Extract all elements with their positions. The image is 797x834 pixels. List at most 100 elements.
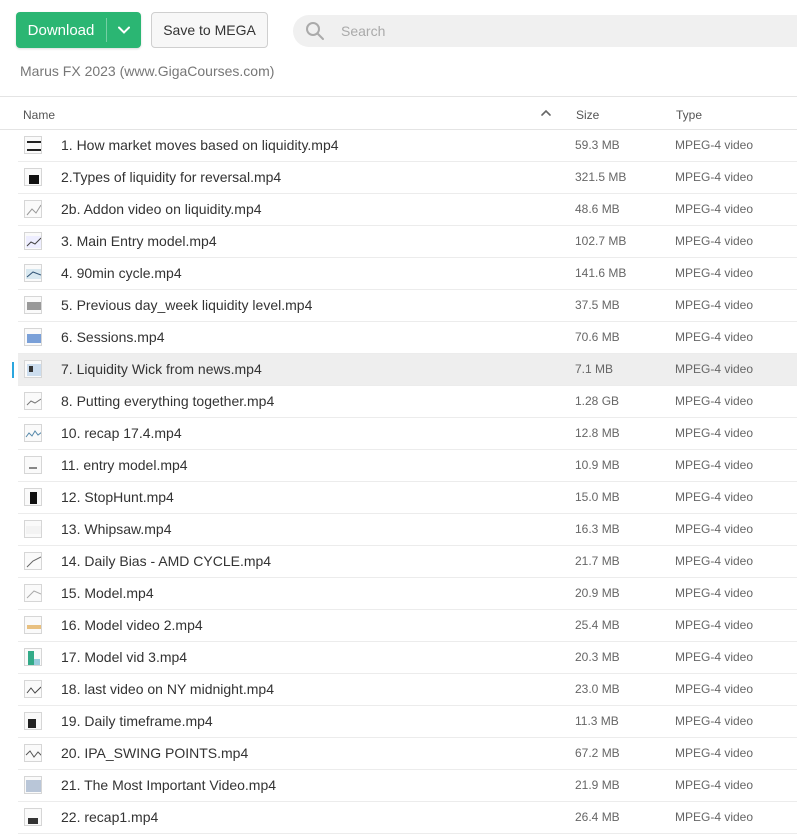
file-row[interactable]: 12. StopHunt.mp4 15.0 MB MPEG-4 video: [18, 482, 797, 514]
file-name: 17. Model vid 3.mp4: [61, 649, 188, 665]
save-to-mega-button[interactable]: Save to MEGA: [151, 12, 268, 48]
download-button-label: Download: [27, 21, 95, 39]
file-name: 10. recap 17.4.mp4: [61, 425, 182, 441]
column-header-row: Name Size Type: [0, 100, 797, 130]
search-bar[interactable]: [293, 15, 797, 47]
file-type: MPEG-4 video: [675, 298, 754, 312]
video-thumbnail-icon: [24, 168, 42, 186]
video-thumbnail-icon: [24, 424, 42, 442]
file-size: 25.4 MB: [575, 618, 620, 632]
search-input[interactable]: [341, 23, 761, 39]
file-size: 21.9 MB: [575, 778, 620, 792]
download-button[interactable]: Download: [16, 12, 141, 48]
video-thumbnail-icon: [24, 136, 42, 154]
file-row[interactable]: 14. Daily Bias - AMD CYCLE.mp4 21.7 MB MPE…: [18, 546, 797, 578]
file-name: 18. last video on NY midnight.mp4: [61, 681, 274, 697]
file-size: 141.6 MB: [575, 266, 627, 280]
file-row[interactable]: 21. The Most Important Video.mp4 21.9 MB M…: [18, 770, 797, 802]
file-row[interactable]: 2b. Addon video on liquidity.mp4 48.6 MB M…: [18, 194, 797, 226]
file-type: MPEG-4 video: [675, 554, 754, 568]
file-row[interactable]: 7. Liquidity Wick from news.mp4 7.1 MB MPE…: [12, 354, 797, 386]
file-name: 11. entry model.mp4: [61, 457, 188, 473]
file-type: MPEG-4 video: [675, 490, 754, 504]
file-row[interactable]: 16. Model video 2.mp4 25.4 MB MPEG-4 video: [18, 610, 797, 642]
file-row[interactable]: 20. IPA_SWING POINTS.mp4 67.2 MB MPEG-4 vi…: [18, 738, 797, 770]
sort-ascending-icon[interactable]: [540, 107, 552, 122]
file-row[interactable]: 10. recap 17.4.mp4 12.8 MB MPEG-4 video: [18, 418, 797, 450]
file-size: 7.1 MB: [575, 362, 614, 376]
file-name: 13. Whipsaw.mp4: [61, 521, 172, 537]
video-thumbnail-icon: [24, 520, 42, 538]
file-row[interactable]: 17. Model vid 3.mp4 20.3 MB MPEG-4 video: [18, 642, 797, 674]
file-row[interactable]: 22. recap1.mp4 26.4 MB MPEG-4 video: [18, 802, 797, 834]
file-size: 23.0 MB: [575, 682, 620, 696]
video-thumbnail-icon: [24, 264, 42, 282]
video-thumbnail-icon: [24, 776, 42, 794]
video-thumbnail-icon: [24, 584, 42, 602]
chevron-down-icon[interactable]: [107, 12, 141, 48]
file-name: 7. Liquidity Wick from news.mp4: [61, 361, 262, 377]
file-name: 15. Model.mp4: [61, 585, 154, 601]
file-size: 102.7 MB: [575, 234, 627, 248]
file-row[interactable]: 3. Main Entry model.mp4 102.7 MB MPEG-4 vi…: [18, 226, 797, 258]
breadcrumb[interactable]: Marus FX 2023 (www.GigaCourses.com): [20, 63, 274, 79]
file-row[interactable]: 11. entry model.mp4 10.9 MB MPEG-4 video: [18, 450, 797, 482]
video-thumbnail-icon: [24, 808, 42, 826]
file-size: 37.5 MB: [575, 298, 620, 312]
file-list: 1. How market moves based on liquidity.m…: [0, 130, 797, 834]
file-type: MPEG-4 video: [675, 810, 754, 824]
file-row[interactable]: 15. Model.mp4 20.9 MB MPEG-4 video: [18, 578, 797, 610]
file-size: 10.9 MB: [575, 458, 620, 472]
video-thumbnail-icon: [24, 488, 42, 506]
video-thumbnail-icon: [24, 200, 42, 218]
column-header-name[interactable]: Name: [23, 108, 55, 122]
file-size: 48.6 MB: [575, 202, 620, 216]
video-thumbnail-icon: [24, 360, 42, 378]
file-row[interactable]: 18. last video on NY midnight.mp4 23.0 MB…: [18, 674, 797, 706]
column-header-size[interactable]: Size: [576, 108, 599, 122]
video-thumbnail-icon: [24, 552, 42, 570]
file-row[interactable]: 8. Putting everything together.mp4 1.28 G…: [18, 386, 797, 418]
file-size: 15.0 MB: [575, 490, 620, 504]
toolbar: Download Save to MEGA: [0, 0, 797, 60]
file-type: MPEG-4 video: [675, 586, 754, 600]
file-type: MPEG-4 video: [675, 714, 754, 728]
file-type: MPEG-4 video: [675, 362, 754, 376]
file-row[interactable]: 2.Types of liquidity for reversal.mp4 321…: [18, 162, 797, 194]
file-row[interactable]: 6. Sessions.mp4 70.6 MB MPEG-4 video: [18, 322, 797, 354]
column-header-type[interactable]: Type: [676, 108, 702, 122]
video-thumbnail-icon: [24, 712, 42, 730]
file-name: 19. Daily timeframe.mp4: [61, 713, 213, 729]
file-size: 59.3 MB: [575, 138, 620, 152]
file-name: 6. Sessions.mp4: [61, 329, 165, 345]
file-type: MPEG-4 video: [675, 170, 754, 184]
file-type: MPEG-4 video: [675, 650, 754, 664]
file-size: 11.3 MB: [575, 714, 619, 728]
file-size: 20.9 MB: [575, 586, 620, 600]
file-size: 1.28 GB: [575, 394, 620, 408]
file-size: 16.3 MB: [575, 522, 620, 536]
file-type: MPEG-4 video: [675, 682, 754, 696]
file-row[interactable]: 13. Whipsaw.mp4 16.3 MB MPEG-4 video: [18, 514, 797, 546]
video-thumbnail-icon: [24, 616, 42, 634]
file-type: MPEG-4 video: [675, 522, 754, 536]
file-name: 1. How market moves based on liquidity.m…: [61, 137, 339, 153]
file-type: MPEG-4 video: [675, 458, 754, 472]
file-type: MPEG-4 video: [675, 426, 754, 440]
file-size: 67.2 MB: [575, 746, 620, 760]
video-thumbnail-icon: [24, 232, 42, 250]
file-type: MPEG-4 video: [675, 746, 754, 760]
file-row[interactable]: 5. Previous day_week liquidity level.mp4…: [18, 290, 797, 322]
file-name: 2.Types of liquidity for reversal.mp4: [61, 169, 282, 185]
video-thumbnail-icon: [24, 456, 42, 474]
file-row[interactable]: 4. 90min cycle.mp4 141.6 MB MPEG-4 video: [18, 258, 797, 290]
file-name: 12. StopHunt.mp4: [61, 489, 174, 505]
file-name: 16. Model video 2.mp4: [61, 617, 203, 633]
file-size: 20.3 MB: [575, 650, 620, 664]
file-type: MPEG-4 video: [675, 778, 754, 792]
file-type: MPEG-4 video: [675, 234, 754, 248]
file-type: MPEG-4 video: [675, 202, 754, 216]
file-type: MPEG-4 video: [675, 394, 754, 408]
file-row[interactable]: 19. Daily timeframe.mp4 11.3 MB MPEG-4 vid…: [18, 706, 797, 738]
file-row[interactable]: 1. How market moves based on liquidity.m…: [18, 130, 797, 162]
